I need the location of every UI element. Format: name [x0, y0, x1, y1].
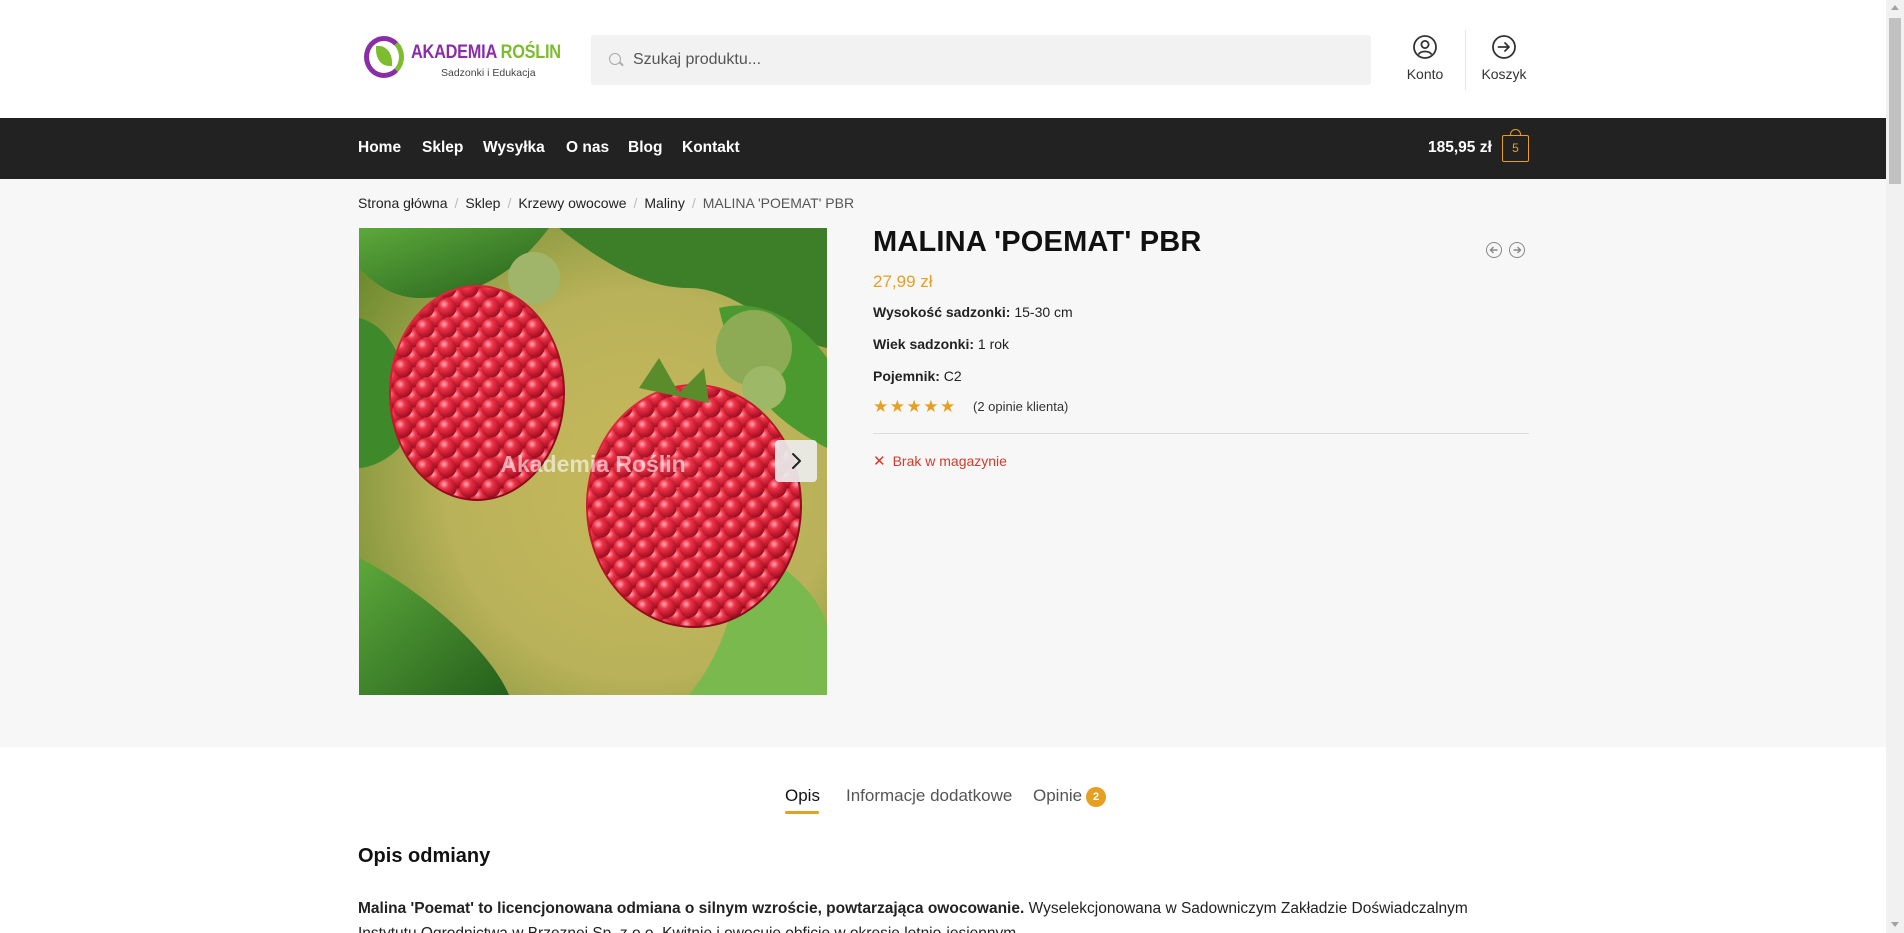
active-tab-indicator: [785, 811, 819, 814]
attribute-value: C2: [943, 368, 962, 384]
tab-opis[interactable]: Opis: [785, 786, 820, 806]
scrollbar-thumb[interactable]: [1889, 18, 1901, 184]
search-icon: [609, 53, 621, 65]
arrow-right-icon: [1513, 246, 1522, 254]
close-icon: ✕: [873, 453, 886, 470]
breadcrumb-link-maliny[interactable]: Maliny: [644, 195, 684, 211]
arrow-right-circle-icon: [1492, 35, 1516, 59]
nav-item-o-nas[interactable]: O nas: [566, 139, 609, 157]
site-header: AKADEMIA ROŚLIN Sadzonki i Edukacja Kont…: [0, 0, 1886, 118]
attribute-value: 15-30 cm: [1014, 304, 1073, 320]
breadcrumb-current: MALINA 'POEMAT' PBR: [702, 195, 855, 211]
stock-text: Brak w magazynie: [892, 453, 1007, 469]
scroll-up-icon[interactable]: [1891, 5, 1899, 10]
attribute-label: Wysokość sadzonki:: [873, 304, 1011, 320]
header-divider: [1465, 30, 1466, 90]
breadcrumb-link-home[interactable]: Strona główna: [358, 195, 448, 211]
star-rating: ★★★★★: [873, 397, 957, 416]
summary-divider: [873, 433, 1529, 434]
breadcrumb-link-sklep[interactable]: Sklep: [465, 195, 500, 211]
account-label: Konto: [1406, 66, 1444, 82]
nav-item-kontakt[interactable]: Kontakt: [682, 139, 740, 157]
cart-total[interactable]: 185,95 zł: [1428, 139, 1492, 157]
tab-informacje-dodatkowe[interactable]: Informacje dodatkowe: [846, 786, 1012, 806]
breadcrumb-separator: /: [454, 195, 459, 211]
breadcrumb-separator: /: [633, 195, 638, 211]
arrow-left-icon: [1489, 246, 1498, 254]
raspberry-photo: Akademia Roślin: [359, 228, 827, 695]
page-scrollbar[interactable]: [1886, 0, 1904, 933]
cart-link[interactable]: Koszyk: [1474, 34, 1534, 82]
logo-subtitle: Sadzonki i Edukacja: [441, 67, 536, 79]
nav-item-home[interactable]: Home: [358, 139, 401, 157]
stock-status: ✕ Brak w magazynie: [873, 452, 1007, 470]
attribute-age: Wiek sadzonki: 1 rok: [873, 336, 1009, 352]
account-link[interactable]: Konto: [1395, 34, 1455, 82]
scroll-down-icon[interactable]: [1891, 922, 1899, 927]
main-navigation: Home Sklep Wysyłka O nas Blog Kontakt 18…: [0, 118, 1886, 179]
attribute-value: 1 rok: [977, 336, 1010, 352]
gallery-next-button[interactable]: [775, 440, 817, 482]
cart-count-badge[interactable]: 5: [1502, 129, 1529, 162]
previous-product-button[interactable]: [1486, 242, 1502, 258]
reviews-link[interactable]: (2 opinie klienta): [973, 399, 1068, 414]
description-lead: Malina 'Poemat' to licencjonowana odmian…: [358, 900, 1025, 917]
description-heading: Opis odmiany: [358, 845, 491, 867]
user-circle-icon: [1413, 35, 1437, 59]
search-input[interactable]: [633, 35, 1353, 85]
product-title: MALINA 'POEMAT' PBR: [873, 226, 1202, 258]
product-image[interactable]: Akademia Roślin: [359, 228, 827, 695]
nav-item-sklep[interactable]: Sklep: [422, 139, 463, 157]
cart-label: Koszyk: [1481, 66, 1527, 82]
breadcrumb-separator: /: [507, 195, 512, 211]
nav-item-wysylka[interactable]: Wysyłka: [483, 139, 545, 157]
site-logo[interactable]: AKADEMIA ROŚLIN Sadzonki i Edukacja: [361, 30, 561, 82]
attribute-label: Wiek sadzonki:: [873, 336, 975, 352]
search-box: [591, 35, 1371, 85]
attribute-label: Pojemnik:: [873, 368, 940, 384]
attribute-height: Wysokość sadzonki: 15-30 cm: [873, 304, 1073, 320]
breadcrumb-link-krzewy[interactable]: Krzewy owocowe: [518, 195, 626, 211]
product-price: 27,99 zł: [873, 272, 933, 291]
breadcrumb: Strona główna / Sklep / Krzewy owocowe / Malin…: [358, 195, 854, 211]
logo-title: AKADEMIA ROŚLIN: [411, 42, 561, 63]
chevron-right-icon: [792, 453, 801, 469]
description-text: Malina 'Poemat' to licencjonowana odmian…: [358, 896, 1528, 933]
image-watermark: Akademia Roślin: [500, 451, 685, 477]
next-product-button[interactable]: [1509, 242, 1525, 258]
tab-opinie[interactable]: Opinie: [1033, 786, 1082, 806]
attribute-container: Pojemnik: C2: [873, 368, 962, 384]
reviews-count-badge: 2: [1086, 787, 1106, 807]
breadcrumb-separator: /: [691, 195, 696, 211]
nav-item-blog[interactable]: Blog: [628, 139, 662, 157]
